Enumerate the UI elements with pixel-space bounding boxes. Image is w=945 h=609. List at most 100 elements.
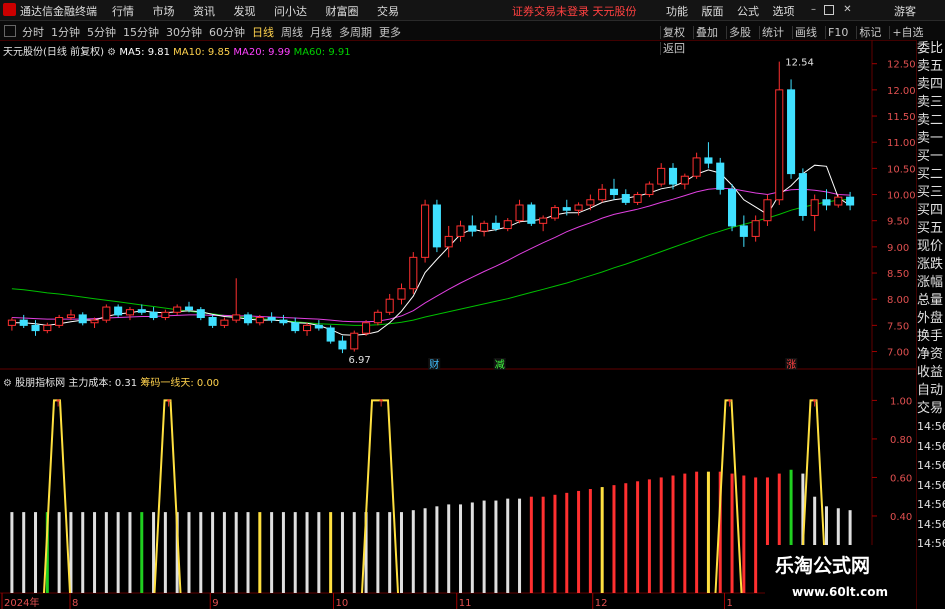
candle-body — [267, 317, 276, 321]
peak-arrow-icon: ↑ — [165, 398, 173, 409]
side-label: 买三 — [917, 185, 944, 200]
tool-button[interactable]: +自选 — [889, 26, 926, 39]
y-tick-label: 7.50 — [887, 321, 909, 332]
candle-body — [208, 317, 217, 326]
candle-body — [775, 89, 784, 201]
period-tab[interactable]: 周线 — [281, 26, 303, 39]
menu-layout[interactable]: 版面 — [702, 5, 724, 18]
period-tab[interactable]: 分时 — [22, 26, 44, 39]
indicator-tick-label: 0.80 — [890, 435, 912, 446]
guest-label[interactable]: 游客 — [894, 3, 916, 19]
minimize-icon[interactable]: – — [808, 4, 819, 15]
menu-formula[interactable]: 公式 — [737, 5, 759, 18]
candle-body — [515, 204, 524, 222]
candle-body — [137, 309, 146, 313]
tool-button[interactable]: 叠加 — [693, 26, 720, 39]
signal-bar — [754, 477, 758, 593]
signal-bar — [529, 496, 533, 593]
y-tick-label: 12.50 — [887, 60, 916, 71]
quote-side-panel: 委比 卖五 卖四 卖三 卖二 卖一 买一 买二 买三 买四 买五 现价 涨跌 涨幅 总量 外盘 换手 净资 收益 自动… — [916, 40, 945, 609]
menu-market[interactable]: 市场 — [153, 5, 175, 18]
candle-body — [196, 309, 205, 319]
period-tab[interactable]: 30分钟 — [166, 26, 202, 39]
signal-bar — [352, 512, 356, 593]
tool-button[interactable]: F10 — [825, 26, 851, 39]
menu-discover[interactable]: 发现 — [234, 5, 256, 18]
candle-body — [503, 220, 512, 230]
menu-trade[interactable]: 交易 — [377, 5, 399, 18]
maximize-icon[interactable] — [824, 5, 834, 15]
period-tab[interactable]: 1分钟 — [51, 26, 80, 39]
signal-bar — [163, 512, 167, 593]
side-label: 14:56 — [917, 459, 945, 472]
signal-bar — [683, 473, 687, 593]
indicator-tick-label: 0.40 — [890, 512, 912, 523]
tool-button[interactable]: 画线 — [792, 26, 819, 39]
panel-toggle-icon[interactable] — [4, 25, 16, 37]
candle-body — [609, 188, 619, 196]
candle-body — [480, 222, 489, 232]
signal-bar — [140, 512, 144, 593]
signal-bar — [258, 512, 262, 593]
menu-news[interactable]: 资讯 — [193, 5, 215, 18]
candle-body — [421, 204, 430, 258]
period-tab[interactable]: 日线 — [252, 26, 274, 39]
candle-body — [291, 322, 300, 332]
candle-body — [102, 306, 111, 321]
ma20-line — [11, 187, 851, 323]
candle-body — [232, 314, 241, 321]
tool-button[interactable]: 多股 — [726, 26, 753, 39]
candle-body — [220, 319, 229, 326]
stock-chart[interactable]: 12.546.97 ↑ ↑ ↑ ↑ ↑ 12.5012.0011.5011.0010.5… — [0, 40, 916, 609]
event-label: 涨 — [786, 359, 796, 371]
candle-body — [692, 157, 701, 177]
candle-body — [125, 309, 134, 316]
menu-function[interactable]: 功能 — [666, 5, 688, 18]
side-label: 总量 — [917, 293, 944, 308]
y-tick-label: 7.00 — [887, 348, 909, 359]
candle-body — [78, 314, 87, 324]
signal-bar — [565, 492, 569, 593]
side-label: 卖五 — [917, 59, 944, 74]
signal-bar — [624, 483, 628, 593]
close-icon[interactable]: ✕ — [842, 4, 853, 15]
side-label: 14:56 — [917, 537, 945, 550]
signal-bar — [187, 512, 191, 593]
signal-bar — [22, 512, 26, 593]
x-tick-label: 12 — [595, 598, 608, 609]
candle-body — [787, 89, 796, 175]
menu-options[interactable]: 选项 — [773, 5, 795, 18]
candle-body — [243, 314, 253, 324]
period-tab[interactable]: 5分钟 — [87, 26, 116, 39]
candle-body — [19, 319, 28, 326]
period-tab[interactable]: 60分钟 — [209, 26, 245, 39]
menu-quotes[interactable]: 行情 — [112, 5, 134, 18]
candle-body — [728, 188, 737, 227]
candle-body — [574, 204, 583, 211]
signal-bar — [293, 512, 297, 593]
candle-body — [373, 311, 382, 324]
signal-bar — [340, 512, 344, 593]
candle-body — [350, 332, 359, 350]
menu-ask[interactable]: 问小达 — [274, 5, 307, 18]
candle-body — [798, 173, 807, 216]
side-label: 14:56 — [917, 420, 945, 433]
tool-button[interactable]: 复权 — [660, 26, 687, 39]
indicator-tick-label: 1.00 — [890, 396, 912, 407]
period-tab[interactable]: 15分钟 — [123, 26, 159, 39]
tool-button[interactable]: 统计 — [759, 26, 786, 39]
period-tab[interactable]: 更多 — [379, 26, 401, 39]
period-tab[interactable]: 多周期 — [339, 26, 372, 39]
candle-body — [326, 327, 335, 342]
y-tick-label: 9.50 — [887, 217, 909, 228]
candle-body — [31, 324, 40, 332]
side-label: 14:56 — [917, 439, 945, 453]
peak-arrow-icon: ↑ — [811, 398, 819, 409]
login-warning[interactable]: 证券交易未登录 天元股份 — [512, 3, 637, 19]
menu-wealth[interactable]: 财富圈 — [326, 5, 359, 18]
signal-bar — [494, 500, 498, 593]
tool-button[interactable]: 标记 — [856, 26, 884, 39]
app-logo-icon — [3, 3, 16, 16]
y-tick-label: 8.00 — [887, 295, 909, 306]
period-tab[interactable]: 月线 — [310, 26, 332, 39]
